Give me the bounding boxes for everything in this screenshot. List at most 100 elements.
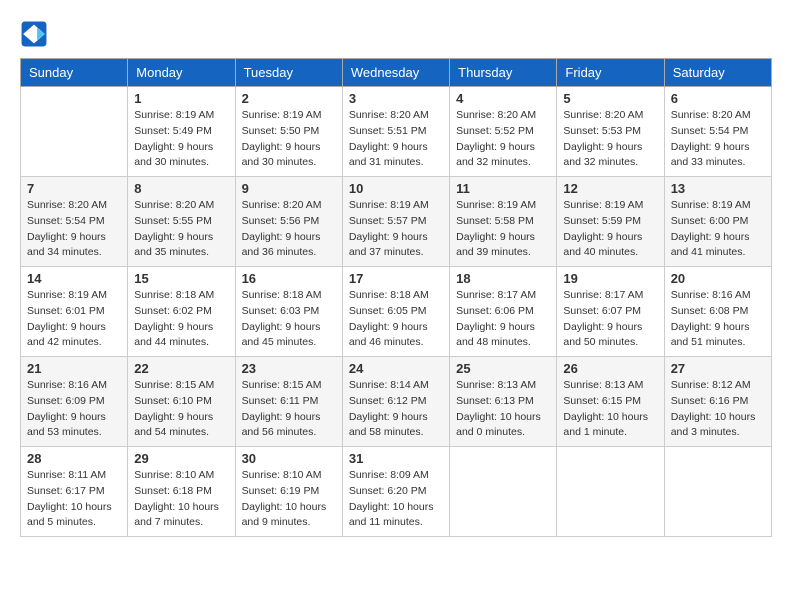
calendar-cell: 22 Sunrise: 8:15 AMSunset: 6:10 PMDayligh… xyxy=(128,357,235,447)
day-info: Sunrise: 8:17 AMSunset: 6:07 PMDaylight:… xyxy=(563,288,657,351)
day-info: Sunrise: 8:18 AMSunset: 6:02 PMDaylight:… xyxy=(134,288,228,351)
day-number: 28 xyxy=(27,451,121,466)
day-number: 5 xyxy=(563,91,657,106)
day-number: 10 xyxy=(349,181,443,196)
day-number: 26 xyxy=(563,361,657,376)
calendar-cell: 26 Sunrise: 8:13 AMSunset: 6:15 PMDayligh… xyxy=(557,357,664,447)
day-info: Sunrise: 8:17 AMSunset: 6:06 PMDaylight:… xyxy=(456,288,550,351)
calendar-cell: 2Sunrise: 8:19 AMSunset: 5:50 PMDaylight… xyxy=(235,87,342,177)
day-info: Sunrise: 8:19 AMSunset: 5:57 PMDaylight:… xyxy=(349,198,443,261)
day-info: Sunrise: 8:09 AMSunset: 6:20 PMDaylight:… xyxy=(349,468,443,531)
calendar-cell: 10 Sunrise: 8:19 AMSunset: 5:57 PMDayligh… xyxy=(342,177,449,267)
day-number: 31 xyxy=(349,451,443,466)
calendar-cell xyxy=(557,447,664,537)
weekday-header-wednesday: Wednesday xyxy=(342,59,449,87)
calendar-table: SundayMondayTuesdayWednesdayThursdayFrid… xyxy=(20,58,772,537)
day-info: Sunrise: 8:20 AMSunset: 5:54 PMDaylight:… xyxy=(671,108,765,171)
day-number: 20 xyxy=(671,271,765,286)
day-number: 1 xyxy=(134,91,228,106)
calendar-cell: 23 Sunrise: 8:15 AMSunset: 6:11 PMDayligh… xyxy=(235,357,342,447)
day-info: Sunrise: 8:19 AMSunset: 6:00 PMDaylight:… xyxy=(671,198,765,261)
calendar-cell: 29 Sunrise: 8:10 AMSunset: 6:18 PMDayligh… xyxy=(128,447,235,537)
day-number: 14 xyxy=(27,271,121,286)
calendar-cell: 24 Sunrise: 8:14 AMSunset: 6:12 PMDayligh… xyxy=(342,357,449,447)
calendar-cell: 30Sunrise: 8:10 AMSunset: 6:19 PMDayligh… xyxy=(235,447,342,537)
day-info: Sunrise: 8:14 AMSunset: 6:12 PMDaylight:… xyxy=(349,378,443,441)
weekday-header-monday: Monday xyxy=(128,59,235,87)
calendar-cell xyxy=(664,447,771,537)
calendar-cell: 8 Sunrise: 8:20 AMSunset: 5:55 PMDaylight… xyxy=(128,177,235,267)
day-info: Sunrise: 8:20 AMSunset: 5:51 PMDaylight:… xyxy=(349,108,443,171)
day-info: Sunrise: 8:19 AMSunset: 5:49 PMDaylight:… xyxy=(134,108,228,171)
day-info: Sunrise: 8:12 AMSunset: 6:16 PMDaylight:… xyxy=(671,378,765,441)
calendar-cell: 27 Sunrise: 8:12 AMSunset: 6:16 PMDayligh… xyxy=(664,357,771,447)
calendar-cell: 17Sunrise: 8:18 AMSunset: 6:05 PMDayligh… xyxy=(342,267,449,357)
day-info: Sunrise: 8:20 AMSunset: 5:56 PMDaylight:… xyxy=(242,198,336,261)
day-info: Sunrise: 8:19 AMSunset: 5:58 PMDaylight:… xyxy=(456,198,550,261)
calendar-cell: 21 Sunrise: 8:16 AMSunset: 6:09 PMDayligh… xyxy=(21,357,128,447)
day-number: 19 xyxy=(563,271,657,286)
calendar-cell: 3 Sunrise: 8:20 AMSunset: 5:51 PMDaylight… xyxy=(342,87,449,177)
day-info: Sunrise: 8:15 AMSunset: 6:11 PMDaylight:… xyxy=(242,378,336,441)
logo-icon xyxy=(20,20,48,48)
calendar-cell: 13 Sunrise: 8:19 AMSunset: 6:00 PMDayligh… xyxy=(664,177,771,267)
day-number: 22 xyxy=(134,361,228,376)
weekday-header-saturday: Saturday xyxy=(664,59,771,87)
day-info: Sunrise: 8:20 AMSunset: 5:53 PMDaylight:… xyxy=(563,108,657,171)
calendar-cell xyxy=(21,87,128,177)
day-info: Sunrise: 8:13 AMSunset: 6:15 PMDaylight:… xyxy=(563,378,657,441)
day-number: 29 xyxy=(134,451,228,466)
calendar-cell: 1 Sunrise: 8:19 AMSunset: 5:49 PMDaylight… xyxy=(128,87,235,177)
calendar-cell: 7 Sunrise: 8:20 AMSunset: 5:54 PMDaylight… xyxy=(21,177,128,267)
day-info: Sunrise: 8:18 AMSunset: 6:03 PMDaylight:… xyxy=(242,288,336,351)
day-number: 6 xyxy=(671,91,765,106)
day-number: 18 xyxy=(456,271,550,286)
day-info: Sunrise: 8:10 AMSunset: 6:19 PMDaylight:… xyxy=(242,468,336,531)
calendar-cell: 15 Sunrise: 8:18 AMSunset: 6:02 PMDayligh… xyxy=(128,267,235,357)
day-info: Sunrise: 8:13 AMSunset: 6:13 PMDaylight:… xyxy=(456,378,550,441)
day-info: Sunrise: 8:11 AMSunset: 6:17 PMDaylight:… xyxy=(27,468,121,531)
day-number: 3 xyxy=(349,91,443,106)
calendar-cell: 20 Sunrise: 8:16 AMSunset: 6:08 PMDayligh… xyxy=(664,267,771,357)
day-number: 13 xyxy=(671,181,765,196)
day-info: Sunrise: 8:10 AMSunset: 6:18 PMDaylight:… xyxy=(134,468,228,531)
calendar-cell: 5 Sunrise: 8:20 AMSunset: 5:53 PMDaylight… xyxy=(557,87,664,177)
calendar-cell: 28 Sunrise: 8:11 AMSunset: 6:17 PMDayligh… xyxy=(21,447,128,537)
day-info: Sunrise: 8:16 AMSunset: 6:09 PMDaylight:… xyxy=(27,378,121,441)
day-info: Sunrise: 8:16 AMSunset: 6:08 PMDaylight:… xyxy=(671,288,765,351)
day-info: Sunrise: 8:19 AMSunset: 5:50 PMDaylight:… xyxy=(242,108,336,171)
calendar-cell: 9Sunrise: 8:20 AMSunset: 5:56 PMDaylight… xyxy=(235,177,342,267)
calendar-cell: 19 Sunrise: 8:17 AMSunset: 6:07 PMDayligh… xyxy=(557,267,664,357)
day-number: 15 xyxy=(134,271,228,286)
day-number: 21 xyxy=(27,361,121,376)
calendar-cell: 25Sunrise: 8:13 AMSunset: 6:13 PMDayligh… xyxy=(450,357,557,447)
day-number: 4 xyxy=(456,91,550,106)
day-number: 24 xyxy=(349,361,443,376)
calendar-cell: 11 Sunrise: 8:19 AMSunset: 5:58 PMDayligh… xyxy=(450,177,557,267)
day-number: 23 xyxy=(242,361,336,376)
calendar-cell: 18 Sunrise: 8:17 AMSunset: 6:06 PMDayligh… xyxy=(450,267,557,357)
day-number: 11 xyxy=(456,181,550,196)
calendar-cell: 14 Sunrise: 8:19 AMSunset: 6:01 PMDayligh… xyxy=(21,267,128,357)
day-number: 7 xyxy=(27,181,121,196)
day-info: Sunrise: 8:15 AMSunset: 6:10 PMDaylight:… xyxy=(134,378,228,441)
day-number: 8 xyxy=(134,181,228,196)
day-number: 17 xyxy=(349,271,443,286)
day-info: Sunrise: 8:20 AMSunset: 5:52 PMDaylight:… xyxy=(456,108,550,171)
day-info: Sunrise: 8:20 AMSunset: 5:55 PMDaylight:… xyxy=(134,198,228,261)
logo xyxy=(20,20,52,48)
day-info: Sunrise: 8:19 AMSunset: 5:59 PMDaylight:… xyxy=(563,198,657,261)
day-info: Sunrise: 8:19 AMSunset: 6:01 PMDaylight:… xyxy=(27,288,121,351)
page-header xyxy=(20,20,772,48)
weekday-header-sunday: Sunday xyxy=(21,59,128,87)
day-number: 27 xyxy=(671,361,765,376)
calendar-cell xyxy=(450,447,557,537)
day-number: 12 xyxy=(563,181,657,196)
weekday-header-friday: Friday xyxy=(557,59,664,87)
weekday-header-thursday: Thursday xyxy=(450,59,557,87)
calendar-cell: 12 Sunrise: 8:19 AMSunset: 5:59 PMDayligh… xyxy=(557,177,664,267)
calendar-cell: 31 Sunrise: 8:09 AMSunset: 6:20 PMDayligh… xyxy=(342,447,449,537)
weekday-header-tuesday: Tuesday xyxy=(235,59,342,87)
day-number: 16 xyxy=(242,271,336,286)
day-info: Sunrise: 8:20 AMSunset: 5:54 PMDaylight:… xyxy=(27,198,121,261)
